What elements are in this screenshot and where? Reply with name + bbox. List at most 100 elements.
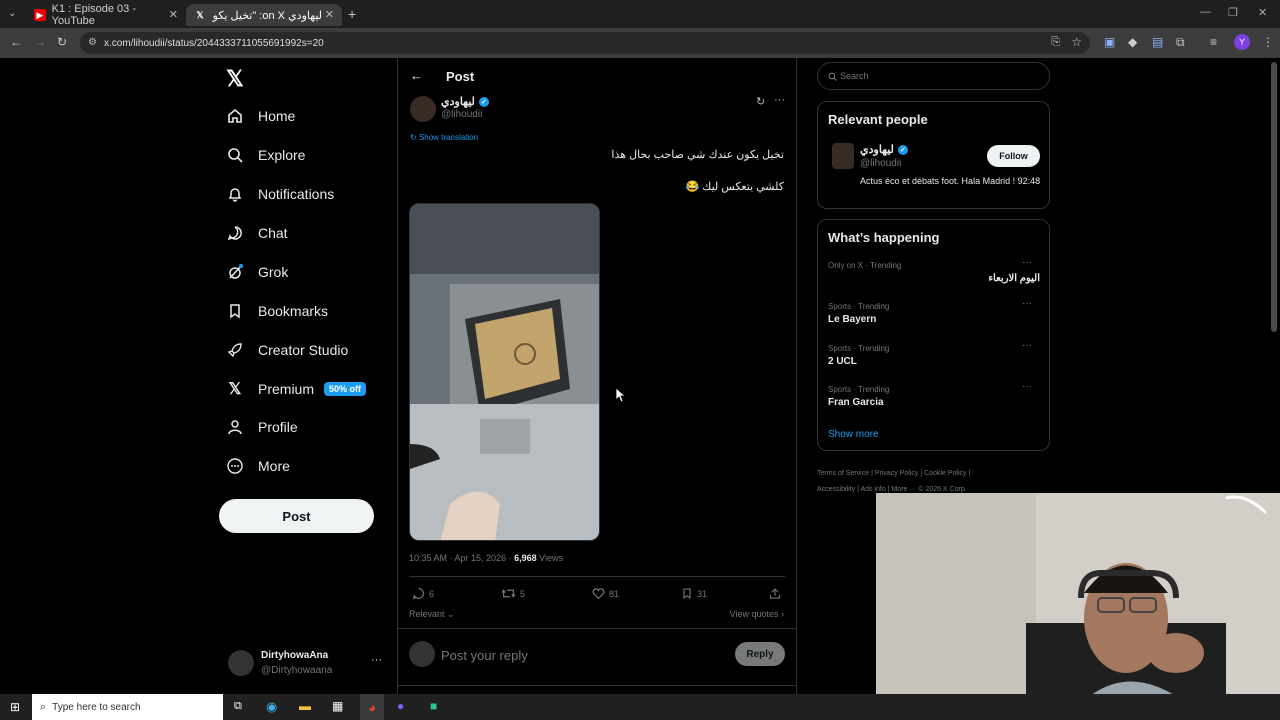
forward-arrow-icon[interactable]: → <box>34 35 46 49</box>
person-name[interactable]: ليهاودي ✓ <box>860 143 908 156</box>
account-switcher[interactable]: DirtyhowaAna @Dirtyhowaana ··· <box>228 648 388 680</box>
home-icon <box>226 107 244 125</box>
reply-action[interactable]: 6 <box>412 587 434 600</box>
install-icon[interactable]: ⎘ <box>1051 36 1060 49</box>
post-media-image[interactable] <box>409 203 600 541</box>
file-explorer-icon[interactable]: ▬ <box>299 699 311 713</box>
tab-youtube[interactable]: ▶ K1 : Episode 03 - YouTube ✕ <box>26 3 186 27</box>
menu-icon[interactable]: ⋮ <box>1262 35 1274 49</box>
tab-x-post[interactable]: 𝕏 ليهاودي on X: "تخيل يكون عند... ✕ <box>186 4 342 26</box>
new-tab-button[interactable]: + <box>348 6 356 22</box>
post-text-line1: تخيل يكون عندك شي صاحب بحال هذا <box>611 149 784 161</box>
nav-bookmarks[interactable]: Bookmarks <box>226 298 328 324</box>
nav-grok[interactable]: Grok <box>226 259 288 285</box>
nav-home[interactable]: Home <box>226 103 295 129</box>
nav-premium[interactable]: 𝕏 Premium 50% off <box>226 376 367 402</box>
footer-link[interactable]: Ads info <box>860 486 885 493</box>
more-icon[interactable]: ··· <box>1022 381 1032 392</box>
nav-label: Explore <box>258 147 306 163</box>
tab-search-icon[interactable]: ⌄ <box>8 8 16 19</box>
reply-button[interactable]: Reply <box>735 642 785 666</box>
translate-extension-icon[interactable]: ▣ <box>1104 35 1115 49</box>
trend-item[interactable]: Sports · Trending 2 UCL ··· <box>828 340 1040 372</box>
search-icon: ⌕ <box>40 700 47 713</box>
more-icon[interactable]: ··· <box>1022 257 1032 268</box>
trend-topic: 2 UCL <box>828 356 857 367</box>
chat-icon <box>226 224 244 242</box>
view-quotes-link[interactable]: View quotes › <box>730 609 784 619</box>
show-more-link[interactable]: Show more <box>828 429 879 440</box>
maximize-button[interactable]: ❐ <box>1228 6 1238 19</box>
app-icon[interactable]: ● <box>397 699 404 713</box>
show-translation-link[interactable]: ↻ Show translation <box>410 133 478 142</box>
nav-creator-studio[interactable]: Creator Studio <box>226 337 348 363</box>
media-icon[interactable]: ≡ <box>1210 35 1217 49</box>
window-close-button[interactable]: ✕ <box>1258 6 1267 19</box>
nav-notifications[interactable]: Notifications <box>226 181 334 207</box>
app-icon[interactable]: ■ <box>430 699 437 713</box>
nav-label: Bookmarks <box>258 303 329 319</box>
footer-link[interactable]: Privacy Policy <box>875 470 919 477</box>
footer-link[interactable]: Cookie Policy <box>924 470 966 477</box>
post-button[interactable]: Post <box>219 499 374 533</box>
trend-context: Only on X · Trending <box>828 261 902 270</box>
sort-dropdown[interactable]: Relevant ⌄ <box>409 609 455 620</box>
taskbar-search[interactable]: ⌕ Type here to search <box>32 694 223 720</box>
view-quotes-label: View quotes <box>729 609 779 619</box>
author-handle[interactable]: @lihoudii <box>441 109 482 120</box>
puzzle-icon[interactable]: ⧉ <box>1176 35 1185 50</box>
like-action[interactable]: 81 <box>592 587 619 600</box>
extension-icon[interactable]: ◆ <box>1128 35 1137 49</box>
nav-profile[interactable]: Profile <box>226 414 298 440</box>
bookmark-star-icon[interactable]: ☆ <box>1071 35 1082 49</box>
task-view-icon[interactable]: ⧉ <box>234 700 242 713</box>
footer-link[interactable]: Terms of Service <box>817 470 869 477</box>
more-icon[interactable]: ··· <box>371 654 382 666</box>
author-name[interactable]: ليهاودي ✓ <box>441 95 489 108</box>
x-logo-icon[interactable]: 𝕏 <box>226 66 244 92</box>
nav-explore[interactable]: Explore <box>226 142 305 168</box>
trend-item[interactable]: Sports · Trending Fran Garcia ··· <box>828 381 1040 413</box>
translate-icon: ↻ <box>410 133 419 142</box>
youtube-icon: ▶ <box>34 9 46 21</box>
scrollbar[interactable] <box>1271 62 1277 332</box>
site-info-icon[interactable]: ⚙ <box>88 37 97 48</box>
edge-icon[interactable]: ◉ <box>266 699 277 715</box>
address-bar[interactable]: ⚙ x.com/lihoudii/status/2044333711055691… <box>80 32 1090 54</box>
reply-input[interactable] <box>441 645 721 665</box>
nav-more[interactable]: More <box>226 453 290 479</box>
trend-topic: اليوم الاربعاء <box>988 273 1040 284</box>
trend-item[interactable]: Sports · Trending Le Bayern ··· <box>828 298 1040 330</box>
trend-item[interactable]: Only on X · Trending اليوم الاربعاء ··· <box>828 257 1040 289</box>
back-arrow-icon[interactable]: ← <box>410 68 423 83</box>
repost-action[interactable]: 5 <box>501 587 525 600</box>
minimize-button[interactable]: — <box>1200 6 1211 18</box>
close-icon[interactable]: ✕ <box>325 8 334 21</box>
author-avatar[interactable] <box>410 96 436 122</box>
windows-start-icon[interactable]: ⊞ <box>10 700 20 714</box>
chrome-icon[interactable]: ◕ <box>360 694 384 720</box>
post-meta: 10:35 AM · Apr 15, 2026 · 6,968 Views <box>409 553 563 563</box>
reload-icon[interactable]: ↻ <box>57 35 67 49</box>
follow-button[interactable]: Follow <box>987 145 1040 167</box>
more-icon[interactable]: ··· <box>1022 298 1032 309</box>
nav-chat[interactable]: Chat <box>226 220 288 246</box>
more-icon[interactable]: ··· <box>1022 340 1032 351</box>
share-action[interactable] <box>769 587 785 600</box>
footer-link[interactable]: More ··· <box>891 486 916 493</box>
extension-icon[interactable]: ▤ <box>1152 35 1163 49</box>
post-text-line2: كلشي يتعكس ليك 😂 <box>685 181 784 193</box>
search-box[interactable] <box>817 62 1050 90</box>
trend-context: Sports · Trending <box>828 344 890 353</box>
more-icon[interactable]: ··· <box>774 94 785 106</box>
search-input[interactable] <box>840 69 1040 83</box>
grok-explain-icon[interactable]: ↻ <box>756 95 765 108</box>
back-arrow-icon[interactable]: ← <box>10 35 22 49</box>
bookmark-action[interactable]: 31 <box>681 587 707 600</box>
profile-avatar[interactable]: Y <box>1234 34 1250 50</box>
footer-link[interactable]: Accessibility <box>817 486 855 493</box>
premium-badge: 50% off <box>324 382 367 396</box>
close-icon[interactable]: ✕ <box>169 8 178 21</box>
store-icon[interactable]: ▦ <box>332 699 343 713</box>
person-avatar[interactable] <box>832 143 854 169</box>
